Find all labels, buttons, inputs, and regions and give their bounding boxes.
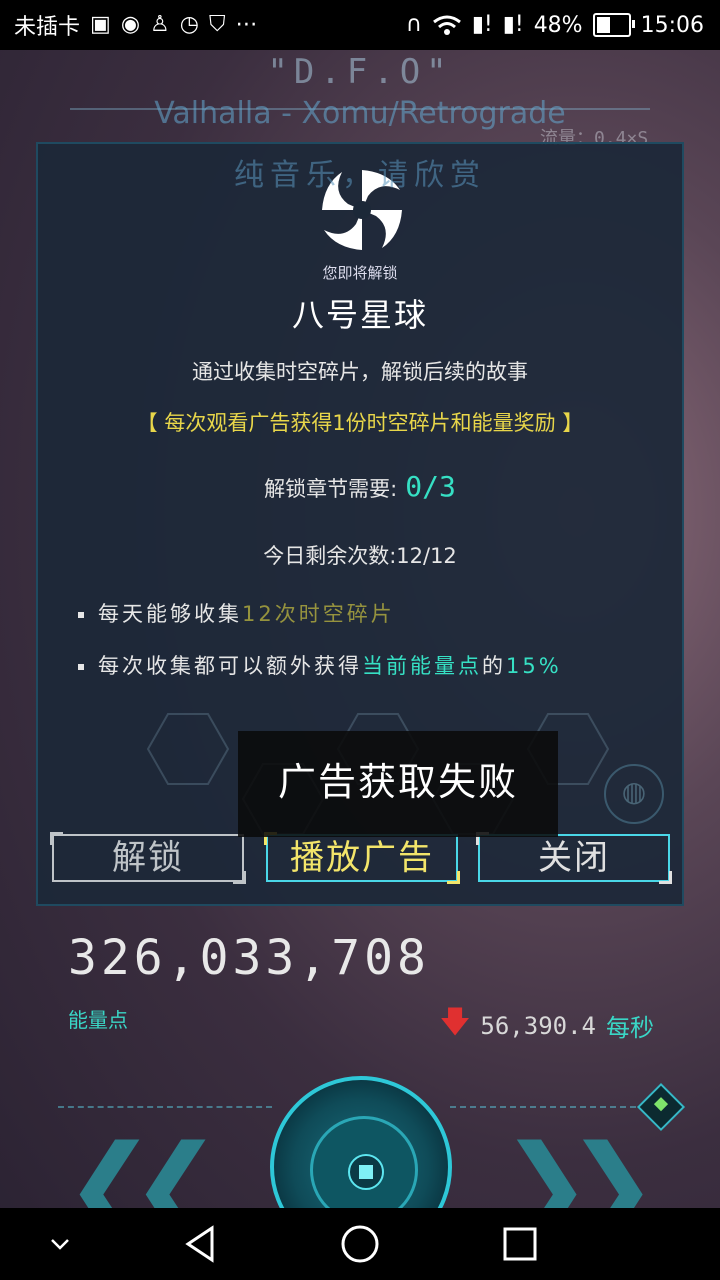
chapter-requirement-value: 0/3 [405, 470, 456, 503]
headphones-icon: ∩ [405, 12, 422, 37]
chapter-requirement: 解锁章节需要: 0/3 [38, 470, 682, 503]
down-arrow-icon: 🡇 [439, 1005, 471, 1040]
energy-rate-unit: 每秒 [606, 1014, 654, 1042]
game-title: "D.F.O" [267, 52, 453, 92]
unlock-dialog: 您即将解锁 八号星球 通过收集时空碎片，解锁后续的故事 【 每次观看广告获得1份… [36, 142, 684, 906]
bullet-bonus: 每次收集都可以额外获得当前能量点的15% [78, 650, 562, 680]
navigation-bar [0, 1208, 720, 1280]
timer-icon: ◷ [179, 12, 199, 37]
bullet-dot [78, 664, 84, 670]
reward-note: 【 每次观看广告获得1份时空碎片和能量奖励 】 [136, 411, 584, 435]
globe-icon: ◍ [604, 764, 664, 824]
sim1-alert-icon: ▮! [471, 12, 493, 37]
planet-name: 八号星球 [291, 296, 428, 334]
energy-rate-value: 56,390.4 [480, 1011, 596, 1040]
energy-rate: 🡇 56,390.4 每秒 [440, 1000, 654, 1051]
play-ad-button[interactable]: 播放广告 [264, 832, 460, 884]
bullet1-highlight: 12次时空碎片 [242, 602, 395, 626]
about-to-unlock-label: 您即将解锁 [322, 264, 398, 282]
qq-icon: ♙ [150, 12, 170, 37]
unlock-button[interactable]: 解锁 [50, 832, 246, 884]
bullet1-text: 每天能够收集 [98, 602, 242, 626]
bullet2-highlight: 当前能量点 [362, 654, 482, 678]
home-icon[interactable] [320, 1208, 400, 1280]
sim2-alert-icon: ▮! [502, 12, 524, 37]
shield-icon: ⛉ [208, 12, 226, 37]
battery-icon [592, 13, 635, 37]
gem-icon[interactable] [636, 1082, 686, 1132]
image-icon: ▣ [90, 12, 111, 37]
wifi-icon [432, 15, 461, 35]
status-bar: 未插卡 ▣ ◉ ♙ ◷ ⛉ ⋯ ∩ ▮! ▮! 48% 15:06 [0, 0, 720, 50]
battery-fill [596, 17, 610, 33]
dashed-line-right [450, 1106, 646, 1108]
weibo-icon: ◉ [120, 12, 141, 37]
dialog-description: 通过收集时空碎片，解锁后续的故事 [192, 360, 528, 384]
energy-label: 能量点 [68, 1008, 128, 1032]
chapter-requirement-label: 解锁章节需要: [264, 477, 398, 501]
bullet2-suffix: 的 [482, 654, 506, 678]
ad-failed-toast: 广告获取失败 [238, 731, 558, 837]
bullet2-text: 每次收集都可以额外获得 [98, 654, 362, 678]
recents-icon[interactable] [480, 1208, 560, 1280]
back-icon[interactable] [160, 1208, 240, 1280]
pure-music-label: 纯音乐，请欣赏 [234, 158, 486, 193]
collapse-chevron-icon[interactable] [20, 1208, 100, 1280]
battery-percent: 48% [533, 12, 583, 38]
bullet-dot [78, 612, 84, 618]
clock: 15:06 [640, 12, 704, 38]
bullet-daily-limit: 每天能够收集12次时空碎片 [78, 598, 395, 628]
carrier-text: 未插卡 [14, 15, 81, 40]
more-icon: ⋯ [235, 12, 258, 37]
close-button[interactable]: 关闭 [476, 832, 672, 884]
energy-value: 326,033,708 [68, 930, 430, 986]
core-center-icon [348, 1154, 384, 1190]
bullet2-percent: 15% [506, 654, 562, 678]
remaining-today: 今日剩余次数:12/12 [263, 544, 457, 568]
dashed-line-left [58, 1106, 272, 1108]
